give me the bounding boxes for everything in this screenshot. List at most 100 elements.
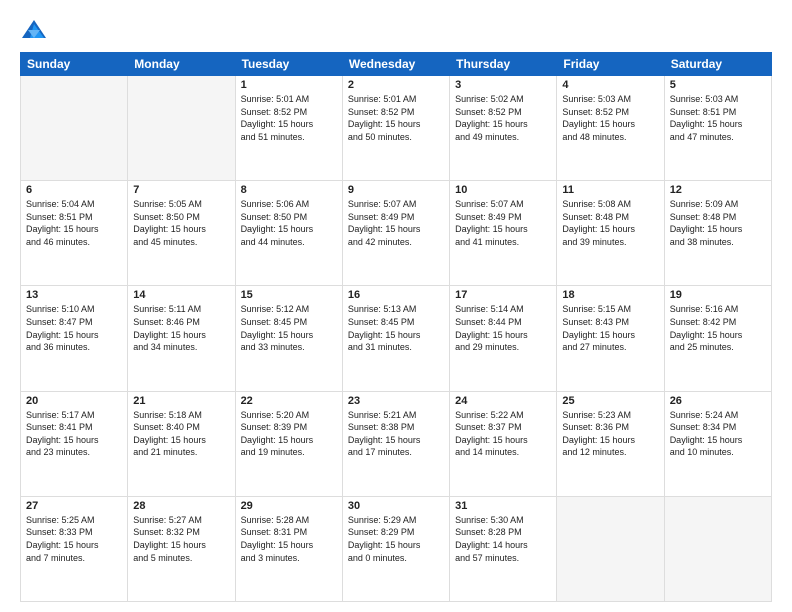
day-number: 18 xyxy=(562,289,658,301)
calendar-week-row: 6 Sunrise: 5:04 AMSunset: 8:51 PMDaylight… xyxy=(21,181,772,286)
day-info: Sunrise: 5:17 AMSunset: 8:41 PMDaylight:… xyxy=(26,409,122,459)
calendar-week-row: 13Sunrise: 5:10 AMSunset: 8:47 PMDayligh… xyxy=(21,286,772,391)
day-number: 8 xyxy=(241,184,337,196)
day-info: Sunrise: 5:28 AMSunset: 8:31 PMDaylight:… xyxy=(241,514,337,564)
day-info: Sunrise: 5:24 AMSunset: 8:34 PMDaylight:… xyxy=(670,409,766,459)
day-info: Sunrise: 5:30 AMSunset: 8:28 PMDaylight:… xyxy=(455,514,551,564)
calendar-cell: 4 Sunrise: 5:03 AMSunset: 8:52 PMDaylight… xyxy=(557,76,664,181)
day-info: Sunrise: 5:03 AMSunset: 8:51 PMDaylight:… xyxy=(670,93,766,143)
calendar-cell: 10Sunrise: 5:07 AMSunset: 8:49 PMDayligh… xyxy=(450,181,557,286)
calendar-week-row: 20 Sunrise: 5:17 AMSunset: 8:41 PMDayligh… xyxy=(21,391,772,496)
day-number: 26 xyxy=(670,395,766,407)
logo xyxy=(20,16,52,44)
day-number: 17 xyxy=(455,289,551,301)
day-info: Sunrise: 5:11 AMSunset: 8:46 PMDaylight:… xyxy=(133,303,229,353)
day-info: Sunrise: 5:02 AMSunset: 8:52 PMDaylight:… xyxy=(455,93,551,143)
day-info: Sunrise: 5:22 AMSunset: 8:37 PMDaylight:… xyxy=(455,409,551,459)
day-info: Sunrise: 5:15 AMSunset: 8:43 PMDaylight:… xyxy=(562,303,658,353)
day-info: Sunrise: 5:29 AMSunset: 8:29 PMDaylight:… xyxy=(348,514,444,564)
weekday-header-saturday: Saturday xyxy=(664,53,771,76)
calendar-cell: 2Sunrise: 5:01 AMSunset: 8:52 PMDaylight… xyxy=(342,76,449,181)
day-info: Sunrise: 5:21 AMSunset: 8:38 PMDaylight:… xyxy=(348,409,444,459)
day-info: Sunrise: 5:01 AMSunset: 8:52 PMDaylight:… xyxy=(241,93,337,143)
calendar-cell: 13Sunrise: 5:10 AMSunset: 8:47 PMDayligh… xyxy=(21,286,128,391)
calendar-cell: 16Sunrise: 5:13 AMSunset: 8:45 PMDayligh… xyxy=(342,286,449,391)
calendar-cell: 24 Sunrise: 5:22 AMSunset: 8:37 PMDayligh… xyxy=(450,391,557,496)
calendar-cell: 5Sunrise: 5:03 AMSunset: 8:51 PMDaylight… xyxy=(664,76,771,181)
day-number: 21 xyxy=(133,395,229,407)
day-number: 9 xyxy=(348,184,444,196)
day-info: Sunrise: 5:09 AMSunset: 8:48 PMDaylight:… xyxy=(670,198,766,248)
calendar-cell xyxy=(557,496,664,601)
calendar-cell: 8 Sunrise: 5:06 AMSunset: 8:50 PMDaylight… xyxy=(235,181,342,286)
day-info: Sunrise: 5:16 AMSunset: 8:42 PMDaylight:… xyxy=(670,303,766,353)
calendar-cell: 30 Sunrise: 5:29 AMSunset: 8:29 PMDayligh… xyxy=(342,496,449,601)
day-info: Sunrise: 5:04 AMSunset: 8:51 PMDaylight:… xyxy=(26,198,122,248)
day-info: Sunrise: 5:23 AMSunset: 8:36 PMDaylight:… xyxy=(562,409,658,459)
calendar-cell: 7 Sunrise: 5:05 AMSunset: 8:50 PMDaylight… xyxy=(128,181,235,286)
calendar-cell: 21Sunrise: 5:18 AMSunset: 8:40 PMDayligh… xyxy=(128,391,235,496)
weekday-header-row: SundayMondayTuesdayWednesdayThursdayFrid… xyxy=(21,53,772,76)
day-number: 12 xyxy=(670,184,766,196)
day-number: 13 xyxy=(26,289,122,301)
day-info: Sunrise: 5:20 AMSunset: 8:39 PMDaylight:… xyxy=(241,409,337,459)
day-info: Sunrise: 5:13 AMSunset: 8:45 PMDaylight:… xyxy=(348,303,444,353)
weekday-header-wednesday: Wednesday xyxy=(342,53,449,76)
calendar-cell: 20 Sunrise: 5:17 AMSunset: 8:41 PMDayligh… xyxy=(21,391,128,496)
day-number: 1 xyxy=(241,79,337,91)
weekday-header-sunday: Sunday xyxy=(21,53,128,76)
calendar-cell: 26 Sunrise: 5:24 AMSunset: 8:34 PMDayligh… xyxy=(664,391,771,496)
day-number: 27 xyxy=(26,500,122,512)
logo-icon xyxy=(20,16,48,44)
calendar-cell: 31 Sunrise: 5:30 AMSunset: 8:28 PMDayligh… xyxy=(450,496,557,601)
calendar-cell xyxy=(21,76,128,181)
calendar-cell: 11 Sunrise: 5:08 AMSunset: 8:48 PMDayligh… xyxy=(557,181,664,286)
day-number: 3 xyxy=(455,79,551,91)
day-number: 22 xyxy=(241,395,337,407)
calendar-cell: 27 Sunrise: 5:25 AMSunset: 8:33 PMDayligh… xyxy=(21,496,128,601)
calendar-week-row: 1 Sunrise: 5:01 AMSunset: 8:52 PMDaylight… xyxy=(21,76,772,181)
calendar-cell: 3 Sunrise: 5:02 AMSunset: 8:52 PMDaylight… xyxy=(450,76,557,181)
day-info: Sunrise: 5:07 AMSunset: 8:49 PMDaylight:… xyxy=(348,198,444,248)
day-number: 6 xyxy=(26,184,122,196)
day-info: Sunrise: 5:27 AMSunset: 8:32 PMDaylight:… xyxy=(133,514,229,564)
day-number: 28 xyxy=(133,500,229,512)
calendar-cell: 1 Sunrise: 5:01 AMSunset: 8:52 PMDaylight… xyxy=(235,76,342,181)
day-number: 23 xyxy=(348,395,444,407)
calendar-cell xyxy=(128,76,235,181)
calendar-cell: 12 Sunrise: 5:09 AMSunset: 8:48 PMDayligh… xyxy=(664,181,771,286)
day-number: 2 xyxy=(348,79,444,91)
calendar-cell xyxy=(664,496,771,601)
calendar-cell: 18 Sunrise: 5:15 AMSunset: 8:43 PMDayligh… xyxy=(557,286,664,391)
day-info: Sunrise: 5:06 AMSunset: 8:50 PMDaylight:… xyxy=(241,198,337,248)
calendar-cell: 19 Sunrise: 5:16 AMSunset: 8:42 PMDayligh… xyxy=(664,286,771,391)
day-info: Sunrise: 5:03 AMSunset: 8:52 PMDaylight:… xyxy=(562,93,658,143)
calendar-cell: 9 Sunrise: 5:07 AMSunset: 8:49 PMDaylight… xyxy=(342,181,449,286)
day-info: Sunrise: 5:07 AMSunset: 8:49 PMDaylight:… xyxy=(455,198,551,248)
day-number: 11 xyxy=(562,184,658,196)
weekday-header-friday: Friday xyxy=(557,53,664,76)
day-number: 20 xyxy=(26,395,122,407)
day-number: 24 xyxy=(455,395,551,407)
calendar-cell: 28 Sunrise: 5:27 AMSunset: 8:32 PMDayligh… xyxy=(128,496,235,601)
day-info: Sunrise: 5:08 AMSunset: 8:48 PMDaylight:… xyxy=(562,198,658,248)
day-number: 19 xyxy=(670,289,766,301)
header xyxy=(20,16,772,44)
day-number: 15 xyxy=(241,289,337,301)
calendar-cell: 29Sunrise: 5:28 AMSunset: 8:31 PMDayligh… xyxy=(235,496,342,601)
day-info: Sunrise: 5:05 AMSunset: 8:50 PMDaylight:… xyxy=(133,198,229,248)
day-info: Sunrise: 5:12 AMSunset: 8:45 PMDaylight:… xyxy=(241,303,337,353)
day-number: 30 xyxy=(348,500,444,512)
day-number: 25 xyxy=(562,395,658,407)
day-info: Sunrise: 5:14 AMSunset: 8:44 PMDaylight:… xyxy=(455,303,551,353)
day-number: 4 xyxy=(562,79,658,91)
calendar-table: SundayMondayTuesdayWednesdayThursdayFrid… xyxy=(20,52,772,602)
day-number: 7 xyxy=(133,184,229,196)
calendar-cell: 23 Sunrise: 5:21 AMSunset: 8:38 PMDayligh… xyxy=(342,391,449,496)
day-number: 31 xyxy=(455,500,551,512)
calendar-cell: 6 Sunrise: 5:04 AMSunset: 8:51 PMDaylight… xyxy=(21,181,128,286)
day-info: Sunrise: 5:25 AMSunset: 8:33 PMDaylight:… xyxy=(26,514,122,564)
calendar-cell: 22 Sunrise: 5:20 AMSunset: 8:39 PMDayligh… xyxy=(235,391,342,496)
weekday-header-tuesday: Tuesday xyxy=(235,53,342,76)
weekday-header-thursday: Thursday xyxy=(450,53,557,76)
